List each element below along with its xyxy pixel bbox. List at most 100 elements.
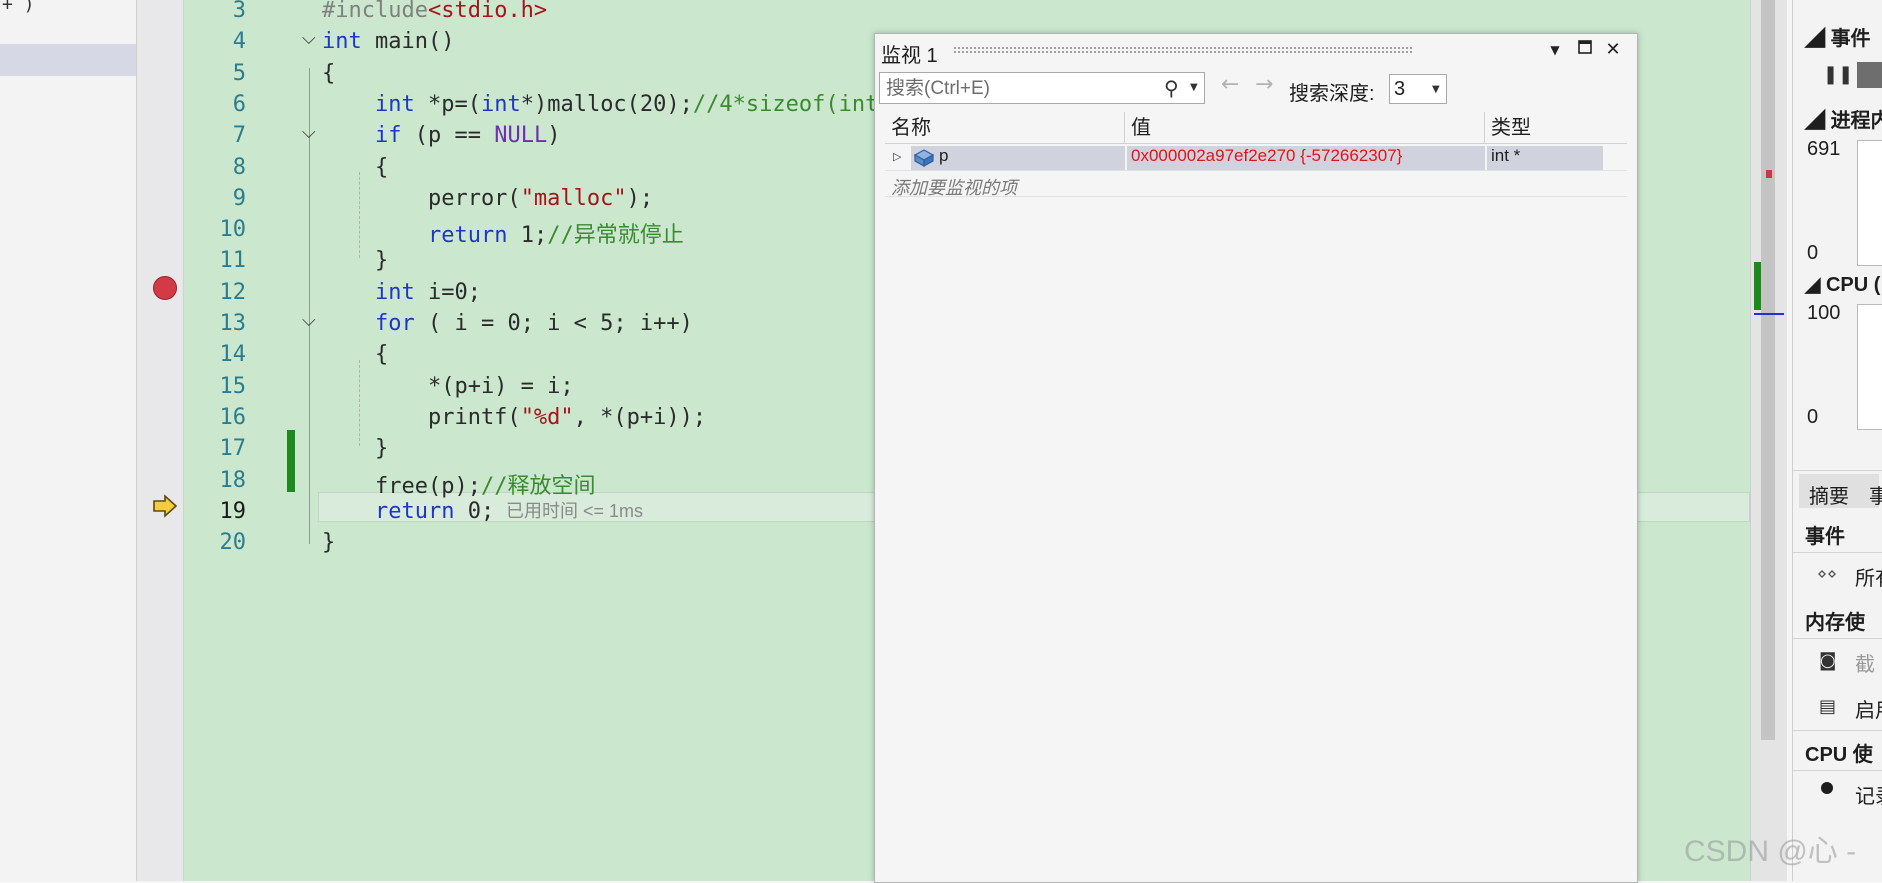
code-line[interactable]: return 0;	[322, 499, 494, 524]
code-line[interactable]: int *p=(int*)malloc(20);//4*sizeof(int)	[322, 92, 892, 117]
fold-guide-if	[309, 146, 310, 272]
code-line[interactable]: for ( i = 0; i < 5; i++)	[322, 311, 693, 336]
window-menu-dropdown-icon[interactable]: ▼	[1543, 38, 1567, 62]
watch-title: 监视 1	[881, 45, 938, 67]
line-number: 20	[219, 530, 247, 556]
code-line[interactable]: {	[322, 155, 388, 180]
close-icon[interactable]: ✕	[1601, 38, 1625, 62]
column-header-name[interactable]: 名称	[885, 112, 1125, 144]
code-line[interactable]: perror("malloc");	[322, 186, 653, 211]
memory-max-value: 691	[1807, 138, 1841, 160]
column-header-value[interactable]: 值	[1125, 112, 1485, 144]
breakpoint-margin[interactable]	[143, 0, 184, 881]
fold-guide-for	[309, 334, 310, 460]
code-line[interactable]: }	[322, 248, 388, 273]
breakpoint-icon[interactable]	[153, 276, 177, 300]
change-indicator	[287, 430, 295, 492]
perf-tip-elapsed[interactable]: 已用时间 <= 1ms	[506, 497, 643, 523]
code-line[interactable]: }	[322, 436, 388, 461]
line-number: 11	[219, 248, 247, 274]
watch-item-value[interactable]: 0x000002a97ef2e270 {-572662307}	[1127, 146, 1485, 170]
camera-icon: ◙	[1819, 650, 1837, 671]
column-header-type[interactable]: 类型	[1485, 112, 1627, 144]
panel-splitter[interactable]	[136, 0, 143, 881]
cpu-min-value: 0	[1807, 406, 1819, 428]
watch-title-bar[interactable]: 监视 1 ▼ ✕	[875, 34, 1637, 67]
collapse-icon: ◢	[1805, 28, 1831, 50]
indent-guide-for	[359, 360, 360, 446]
search-next-icon[interactable]: →	[1255, 72, 1273, 97]
code-line[interactable]: return 1;//异常就停止	[322, 217, 684, 249]
cpu-max-value: 100	[1807, 302, 1841, 324]
code-line[interactable]: }	[322, 530, 335, 555]
line-number: 8	[232, 154, 246, 180]
fold-toggle-for[interactable]: ⌵	[302, 310, 316, 331]
line-number: 10	[219, 217, 247, 243]
search-depth-select[interactable]: 3 ▼	[1389, 74, 1447, 104]
line-number: 13	[219, 311, 247, 336]
code-line[interactable]: int main()	[322, 29, 454, 54]
scrollbar-thumb[interactable]	[1761, 0, 1775, 740]
change-marker	[1754, 262, 1761, 310]
watch-search-box[interactable]: ⚲ ▼	[879, 72, 1205, 104]
collapse-icon: ◢	[1805, 274, 1826, 296]
collapse-icon: ◢	[1805, 110, 1831, 132]
memory-graph[interactable]	[1857, 140, 1882, 266]
line-number: 3	[232, 0, 246, 23]
breakpoint-marker	[1766, 170, 1772, 178]
cpu-header[interactable]: ◢ CPU (	[1805, 272, 1880, 297]
line-number: 14	[219, 342, 247, 368]
pause-icon[interactable]: ❚❚	[1823, 64, 1853, 85]
line-number: 16	[219, 404, 247, 430]
line-number: 6	[232, 91, 246, 117]
line-number: 17	[219, 436, 247, 462]
code-line[interactable]: {	[322, 61, 335, 86]
selected-tree-item[interactable]	[0, 44, 136, 76]
maximize-icon[interactable]	[1573, 38, 1597, 62]
tab-events[interactable]: 事	[1869, 480, 1882, 509]
code-line[interactable]: int i=0;	[322, 280, 481, 305]
indent-guide-if	[359, 172, 360, 258]
code-line[interactable]: if (p == NULL)	[322, 123, 560, 148]
watch-window: 监视 1 ▼ ✕ ⚲ ▼ ← → 搜索深度: 3 ▼ 名称 值 类型 ▷	[874, 33, 1638, 883]
watch-item-type: int *	[1487, 146, 1603, 170]
watch-item-name[interactable]: p	[939, 146, 948, 166]
line-number: 12	[219, 279, 247, 305]
record-cpu-item[interactable]: 记录	[1855, 780, 1882, 809]
caret-marker	[1754, 313, 1784, 315]
code-line[interactable]: #include<stdio.h>	[322, 0, 547, 23]
record-stop-icon[interactable]	[1857, 62, 1882, 88]
cpu-graph[interactable]	[1857, 304, 1882, 430]
drag-grip[interactable]	[953, 46, 1413, 54]
events-header[interactable]: ◢ 事件	[1805, 22, 1871, 51]
line-number: 15	[219, 373, 247, 399]
fold-toggle-main[interactable]: ⌵	[302, 28, 316, 49]
watch-row[interactable]: ▷ p 0x000002a97ef2e270 {-572662307} int …	[885, 146, 1627, 170]
heap-profiling-icon: ▤	[1819, 696, 1837, 717]
cpu-usage-title: CPU 使	[1805, 744, 1873, 766]
editor-scrollbar[interactable]	[1750, 0, 1787, 881]
process-memory-header[interactable]: ◢ 进程内	[1805, 104, 1882, 133]
line-number: 4	[232, 29, 246, 55]
search-icon[interactable]: ⚲	[1164, 76, 1179, 100]
search-depth-value: 3	[1394, 78, 1406, 100]
filter-icon: ⋄⋄	[1817, 564, 1838, 583]
search-options-dropdown-icon[interactable]: ▼	[1190, 82, 1198, 93]
code-line[interactable]: {	[322, 342, 388, 367]
tab-summary[interactable]: 摘要	[1809, 480, 1849, 509]
watch-search-input[interactable]	[884, 75, 1158, 103]
expand-icon[interactable]: ▷	[893, 150, 901, 163]
code-line[interactable]: free(p);//释放空间	[322, 468, 595, 500]
code-line[interactable]: printf("%d", *(p+i));	[322, 405, 706, 430]
all-events-item[interactable]: 所有	[1855, 562, 1882, 591]
search-previous-icon[interactable]: ←	[1221, 72, 1239, 97]
chevron-down-icon: ▼	[1432, 84, 1440, 95]
memory-usage-title: 内存使	[1805, 612, 1865, 634]
tree-fragment: + )	[2, 0, 35, 15]
line-number: 7	[232, 123, 246, 149]
search-depth-label: 搜索深度:	[1289, 83, 1375, 105]
line-number: 18	[219, 467, 247, 493]
enable-heap-item[interactable]: 启用	[1855, 694, 1882, 723]
take-snapshot-item[interactable]: 截	[1855, 648, 1875, 677]
fold-toggle-if[interactable]: ⌵	[302, 122, 316, 143]
